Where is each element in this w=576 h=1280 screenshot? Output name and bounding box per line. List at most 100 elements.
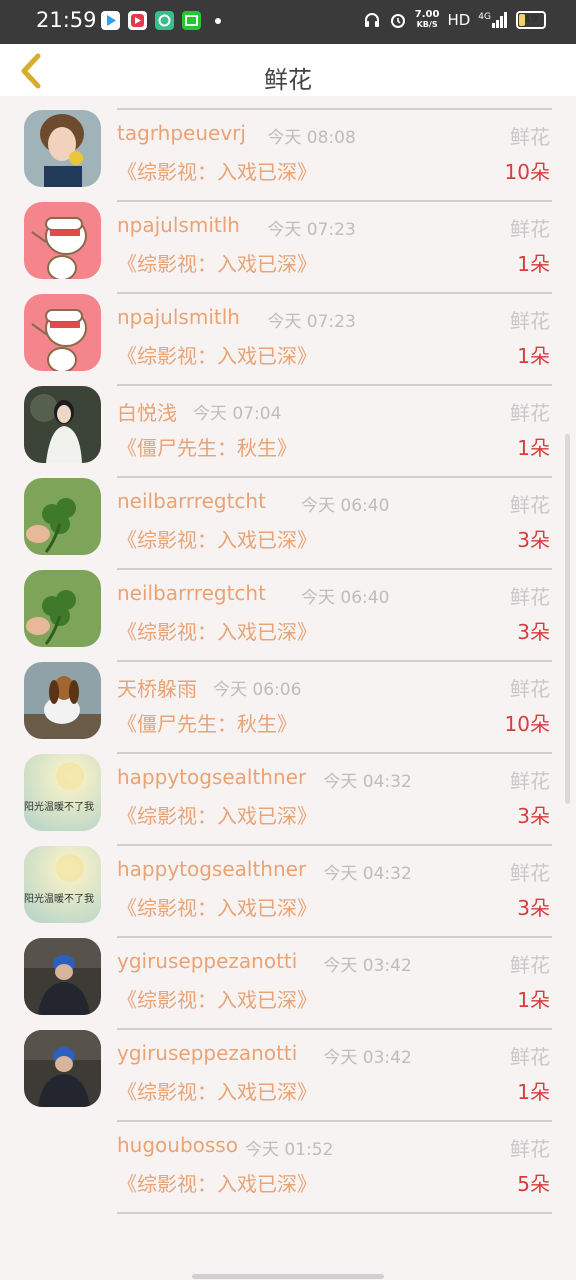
user-avatar[interactable]: 阳光温暖不了我 — [24, 846, 101, 923]
list-item[interactable]: hugoubosso 今天 01:52 鲜花 《综影视：入戏已深》 5朵 — [0, 1108, 576, 1214]
list-item[interactable]: 天桥躲雨 今天 06:06 鲜花 《僵尸先生：秋生》 10朵 — [0, 648, 576, 754]
gift-type: 鲜花 — [510, 1137, 550, 1161]
flower-count: 5朵 — [517, 1172, 550, 1196]
gift-type: 鲜花 — [510, 309, 550, 333]
work-title[interactable]: 《僵尸先生：秋生》 — [117, 708, 297, 737]
user-name[interactable]: npajulsmitlh — [117, 213, 240, 237]
list-item[interactable]: ygiruseppezanotti 今天 03:42 鲜花 《综影视：入戏已深》… — [0, 1016, 576, 1122]
gift-time: 今天 07:04 — [193, 404, 282, 424]
flower-count: 1朵 — [517, 252, 550, 276]
work-title[interactable]: 《综影视：入戏已深》 — [117, 1168, 317, 1197]
youku-app-icon — [128, 11, 147, 30]
gift-type: 鲜花 — [510, 493, 550, 517]
work-title[interactable]: 《综影视：入戏已深》 — [117, 984, 317, 1013]
user-name[interactable]: ygiruseppezanotti — [117, 949, 297, 973]
user-name[interactable]: npajulsmitlh — [117, 305, 240, 329]
user-name[interactable]: neilbarrregtcht — [117, 489, 266, 513]
flower-count: 3朵 — [517, 528, 550, 552]
network-speed: 7.00 KB/S — [415, 10, 440, 30]
work-title[interactable]: 《僵尸先生：秋生》 — [117, 432, 297, 461]
user-avatar[interactable] — [24, 938, 101, 1015]
user-avatar[interactable] — [24, 1030, 101, 1107]
home-indicator[interactable] — [192, 1274, 384, 1279]
list-item[interactable]: neilbarrregtcht 今天 06:40 鲜花 《综影视：入戏已深》 3… — [0, 556, 576, 662]
row-divider — [117, 1212, 552, 1214]
gift-time: 今天 06:40 — [301, 588, 390, 608]
user-name[interactable]: 白悦浅 — [117, 397, 177, 426]
gift-time: 今天 06:06 — [213, 680, 302, 700]
signal-indicator: 4G — [478, 12, 508, 28]
flower-count: 1朵 — [517, 988, 550, 1012]
user-avatar[interactable] — [24, 478, 101, 555]
gift-type: 鲜花 — [510, 217, 550, 241]
user-avatar[interactable] — [24, 570, 101, 647]
avatar-caption: 阳光温暖不了我 — [24, 894, 94, 905]
battery-level: 19 — [524, 14, 538, 25]
work-title[interactable]: 《综影视：入戏已深》 — [117, 340, 317, 369]
more-notifications-icon — [215, 17, 221, 24]
user-avatar[interactable] — [24, 202, 101, 279]
user-name[interactable]: happytogsealthner — [117, 765, 306, 789]
gift-type: 鲜花 — [510, 585, 550, 609]
signal-bars-icon — [492, 12, 507, 28]
user-name[interactable]: hugoubosso — [117, 1133, 238, 1157]
list-item[interactable]: npajulsmitlh 今天 07:23 鲜花 《综影视：入戏已深》 1朵 — [0, 280, 576, 386]
hd-indicator: HD — [447, 11, 471, 29]
gift-time: 今天 01:52 — [245, 1140, 334, 1160]
flower-count: 1朵 — [517, 344, 550, 368]
list-item[interactable]: npajulsmitlh 今天 07:23 鲜花 《综影视：入戏已深》 1朵 — [0, 188, 576, 294]
gift-time: 今天 04:32 — [323, 772, 412, 792]
work-title[interactable]: 《综影视：入戏已深》 — [117, 800, 317, 829]
list-item[interactable]: 白悦浅 今天 07:04 鲜花 《僵尸先生：秋生》 1朵 — [0, 372, 576, 478]
user-name[interactable]: ygiruseppezanotti — [117, 1041, 297, 1065]
list-item[interactable]: tagrhpeuevrj 今天 08:08 鲜花 《综影视：入戏已深》 10朵 — [0, 96, 576, 202]
status-time: 21:59 — [36, 8, 97, 32]
camera-app-icon — [155, 11, 174, 30]
list-item[interactable]: 阳光温暖不了我 happytogsealthner 今天 04:32 鲜花 《综… — [0, 832, 576, 938]
user-avatar[interactable] — [24, 110, 101, 187]
scrollbar[interactable] — [565, 434, 570, 804]
work-title[interactable]: 《综影视：入戏已深》 — [117, 616, 317, 645]
flower-count: 1朵 — [517, 436, 550, 460]
battery-icon: 19 — [516, 11, 546, 29]
work-title[interactable]: 《综影视：入戏已深》 — [117, 1076, 317, 1105]
gift-type: 鲜花 — [510, 769, 550, 793]
user-avatar[interactable] — [24, 386, 101, 463]
gift-time: 今天 06:40 — [301, 496, 390, 516]
user-avatar[interactable] — [24, 662, 101, 739]
iqiyi-app-icon — [182, 11, 201, 30]
video-app-icon — [101, 11, 120, 30]
work-title[interactable]: 《综影视：入戏已深》 — [117, 524, 317, 553]
nav-bar: 鲜花 — [0, 44, 576, 96]
gift-type: 鲜花 — [510, 953, 550, 977]
flower-count: 10朵 — [504, 712, 550, 736]
speed-unit: KB/S — [416, 20, 438, 29]
gift-time: 今天 03:42 — [323, 956, 412, 976]
work-title[interactable]: 《综影视：入戏已深》 — [117, 248, 317, 277]
gift-time: 今天 07:23 — [267, 220, 356, 240]
flower-count: 3朵 — [517, 620, 550, 644]
user-avatar[interactable] — [24, 294, 101, 371]
gift-type: 鲜花 — [510, 677, 550, 701]
user-name[interactable]: 天桥躲雨 — [117, 673, 197, 702]
gift-time: 今天 07:23 — [267, 312, 356, 332]
work-title[interactable]: 《综影视：入戏已深》 — [117, 892, 317, 921]
gift-type: 鲜花 — [510, 861, 550, 885]
flower-gift-list[interactable]: tagrhpeuevrj 今天 08:08 鲜花 《综影视：入戏已深》 10朵 … — [0, 44, 576, 1280]
speed-value: 7.00 — [414, 9, 440, 20]
work-title[interactable]: 《综影视：入戏已深》 — [117, 156, 317, 185]
user-name[interactable]: happytogsealthner — [117, 857, 306, 881]
user-name[interactable]: tagrhpeuevrj — [117, 121, 246, 145]
signal-label: 4G — [478, 12, 491, 22]
gift-time: 今天 04:32 — [323, 864, 412, 884]
status-bar: 21:59 7.00 KB/S HD 4G 19 — [0, 0, 576, 44]
user-name[interactable]: neilbarrregtcht — [117, 581, 266, 605]
gift-time: 今天 08:08 — [267, 128, 356, 148]
flower-count: 1朵 — [517, 1080, 550, 1104]
flower-count: 3朵 — [517, 804, 550, 828]
list-item[interactable]: neilbarrregtcht 今天 06:40 鲜花 《综影视：入戏已深》 3… — [0, 464, 576, 570]
list-item[interactable]: 阳光温暖不了我 happytogsealthner 今天 04:32 鲜花 《综… — [0, 740, 576, 846]
list-item[interactable]: ygiruseppezanotti 今天 03:42 鲜花 《综影视：入戏已深》… — [0, 924, 576, 1030]
user-avatar[interactable]: 阳光温暖不了我 — [24, 754, 101, 831]
avatar-caption: 阳光温暖不了我 — [24, 802, 94, 813]
